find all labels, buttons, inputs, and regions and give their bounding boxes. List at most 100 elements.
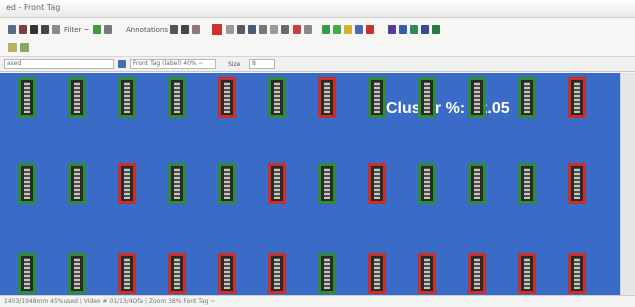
panel-alt-icon[interactable] xyxy=(20,43,29,52)
chip-image xyxy=(24,258,30,289)
sum-icon[interactable] xyxy=(41,25,49,34)
chip-thumbnail[interactable] xyxy=(168,253,186,294)
rectangle-tool-icon[interactable] xyxy=(226,25,234,34)
view-c-icon[interactable] xyxy=(410,25,418,34)
copy-icon[interactable] xyxy=(270,25,278,34)
chip-thumbnail[interactable] xyxy=(318,77,336,118)
chip-image xyxy=(474,258,480,289)
chip-thumbnail[interactable] xyxy=(368,77,386,118)
chip-image xyxy=(274,82,280,113)
chip-image xyxy=(374,82,380,113)
chip-thumbnail[interactable] xyxy=(568,77,586,118)
annotations-label[interactable]: Annotations xyxy=(126,26,168,34)
layers-icon[interactable] xyxy=(304,25,312,34)
chip-thumbnail[interactable] xyxy=(118,163,136,204)
window-title: ed - Front Tag xyxy=(6,3,61,12)
chip-image xyxy=(324,82,330,113)
chip-thumbnail[interactable] xyxy=(118,253,136,294)
chip-thumbnail[interactable] xyxy=(218,163,236,204)
chip-thumbnail[interactable] xyxy=(318,163,336,204)
chip-thumbnail[interactable] xyxy=(518,77,536,118)
chip-thumbnail[interactable] xyxy=(568,253,586,294)
folder-icon[interactable] xyxy=(344,25,352,34)
measure-icon[interactable] xyxy=(259,25,267,34)
chip-image xyxy=(74,82,80,113)
arrow-tool-icon[interactable] xyxy=(192,25,200,34)
chip-thumbnail[interactable] xyxy=(18,163,36,204)
view-e-icon[interactable] xyxy=(432,25,440,34)
text-tool-icon[interactable] xyxy=(181,25,189,34)
chip-thumbnail[interactable] xyxy=(418,253,436,294)
chip-thumbnail[interactable] xyxy=(418,163,436,204)
chip-thumbnail[interactable] xyxy=(18,253,36,294)
new-icon[interactable] xyxy=(8,25,16,34)
chip-image xyxy=(174,258,180,289)
text-icon[interactable] xyxy=(30,25,38,34)
status-bar: 1453/1948mm 45%used | Video # 01/13/4Ofa… xyxy=(0,295,635,307)
layout-icon[interactable] xyxy=(248,25,256,34)
chip-thumbnail[interactable] xyxy=(468,253,486,294)
chip-thumbnail[interactable] xyxy=(68,163,86,204)
chip-thumbnail[interactable] xyxy=(218,253,236,294)
panel-icon[interactable] xyxy=(8,43,17,52)
chip-image xyxy=(224,168,230,199)
cluster-canvas[interactable]: Cluster %: 62.05 xyxy=(0,73,620,295)
chip-thumbnail[interactable] xyxy=(268,163,286,204)
record-icon[interactable] xyxy=(212,24,222,35)
chip-thumbnail[interactable] xyxy=(168,163,186,204)
chip-image xyxy=(524,168,530,199)
status-text: 1453/1948mm 45%used | Video # 01/13/4Ofa… xyxy=(4,298,216,305)
chip-image xyxy=(374,168,380,199)
chip-thumbnail[interactable] xyxy=(218,77,236,118)
chip-image xyxy=(574,82,580,113)
chip-thumbnail[interactable] xyxy=(318,253,336,294)
chip-thumbnail[interactable] xyxy=(68,77,86,118)
chart-icon[interactable] xyxy=(333,25,341,34)
image-icon[interactable] xyxy=(281,25,289,34)
filter-label[interactable]: Filter ~ xyxy=(64,26,89,34)
chip-thumbnail[interactable] xyxy=(568,163,586,204)
name-input[interactable]: ased xyxy=(4,59,114,69)
chip-thumbnail[interactable] xyxy=(418,77,436,118)
chip-image xyxy=(424,168,430,199)
chip-image xyxy=(74,168,80,199)
view-b-icon[interactable] xyxy=(399,25,407,34)
chip-image xyxy=(74,258,80,289)
chip-thumbnail[interactable] xyxy=(68,253,86,294)
size-label: Size xyxy=(228,61,241,68)
view-d-icon[interactable] xyxy=(421,25,429,34)
view-a-icon[interactable] xyxy=(388,25,396,34)
chip-thumbnail[interactable] xyxy=(168,77,186,118)
grid-icon[interactable] xyxy=(52,25,60,34)
check-icon[interactable] xyxy=(93,25,101,34)
chip-image xyxy=(474,82,480,113)
template-select[interactable]: Front Tag (label) 40% ~ xyxy=(130,59,216,69)
stop-icon[interactable] xyxy=(366,25,374,34)
chip-thumbnail[interactable] xyxy=(268,253,286,294)
save-icon[interactable] xyxy=(19,25,27,34)
chip-thumbnail[interactable] xyxy=(468,77,486,118)
chip-image xyxy=(374,258,380,289)
chip-thumbnail[interactable] xyxy=(18,77,36,118)
chip-thumbnail[interactable] xyxy=(518,253,536,294)
chip-thumbnail[interactable] xyxy=(268,77,286,118)
chip-thumbnail[interactable] xyxy=(518,163,536,204)
size-field[interactable]: 8 xyxy=(249,59,275,69)
pointer-icon[interactable] xyxy=(237,25,245,34)
vertical-scrollbar[interactable] xyxy=(620,73,635,295)
chip-image xyxy=(574,168,580,199)
grid-alt-icon[interactable] xyxy=(104,25,112,34)
line-tool-icon[interactable] xyxy=(170,25,178,34)
export-icon[interactable] xyxy=(322,25,330,34)
chip-thumbnail[interactable] xyxy=(468,163,486,204)
chip-thumbnail[interactable] xyxy=(368,253,386,294)
chip-image xyxy=(224,82,230,113)
delete-icon[interactable] xyxy=(293,25,301,34)
chip-thumbnail[interactable] xyxy=(118,77,136,118)
chip-image xyxy=(174,82,180,113)
save-small-icon[interactable] xyxy=(118,60,126,68)
disk-icon[interactable] xyxy=(355,25,363,34)
chip-thumbnail[interactable] xyxy=(368,163,386,204)
chip-image xyxy=(424,258,430,289)
chip-image xyxy=(274,258,280,289)
